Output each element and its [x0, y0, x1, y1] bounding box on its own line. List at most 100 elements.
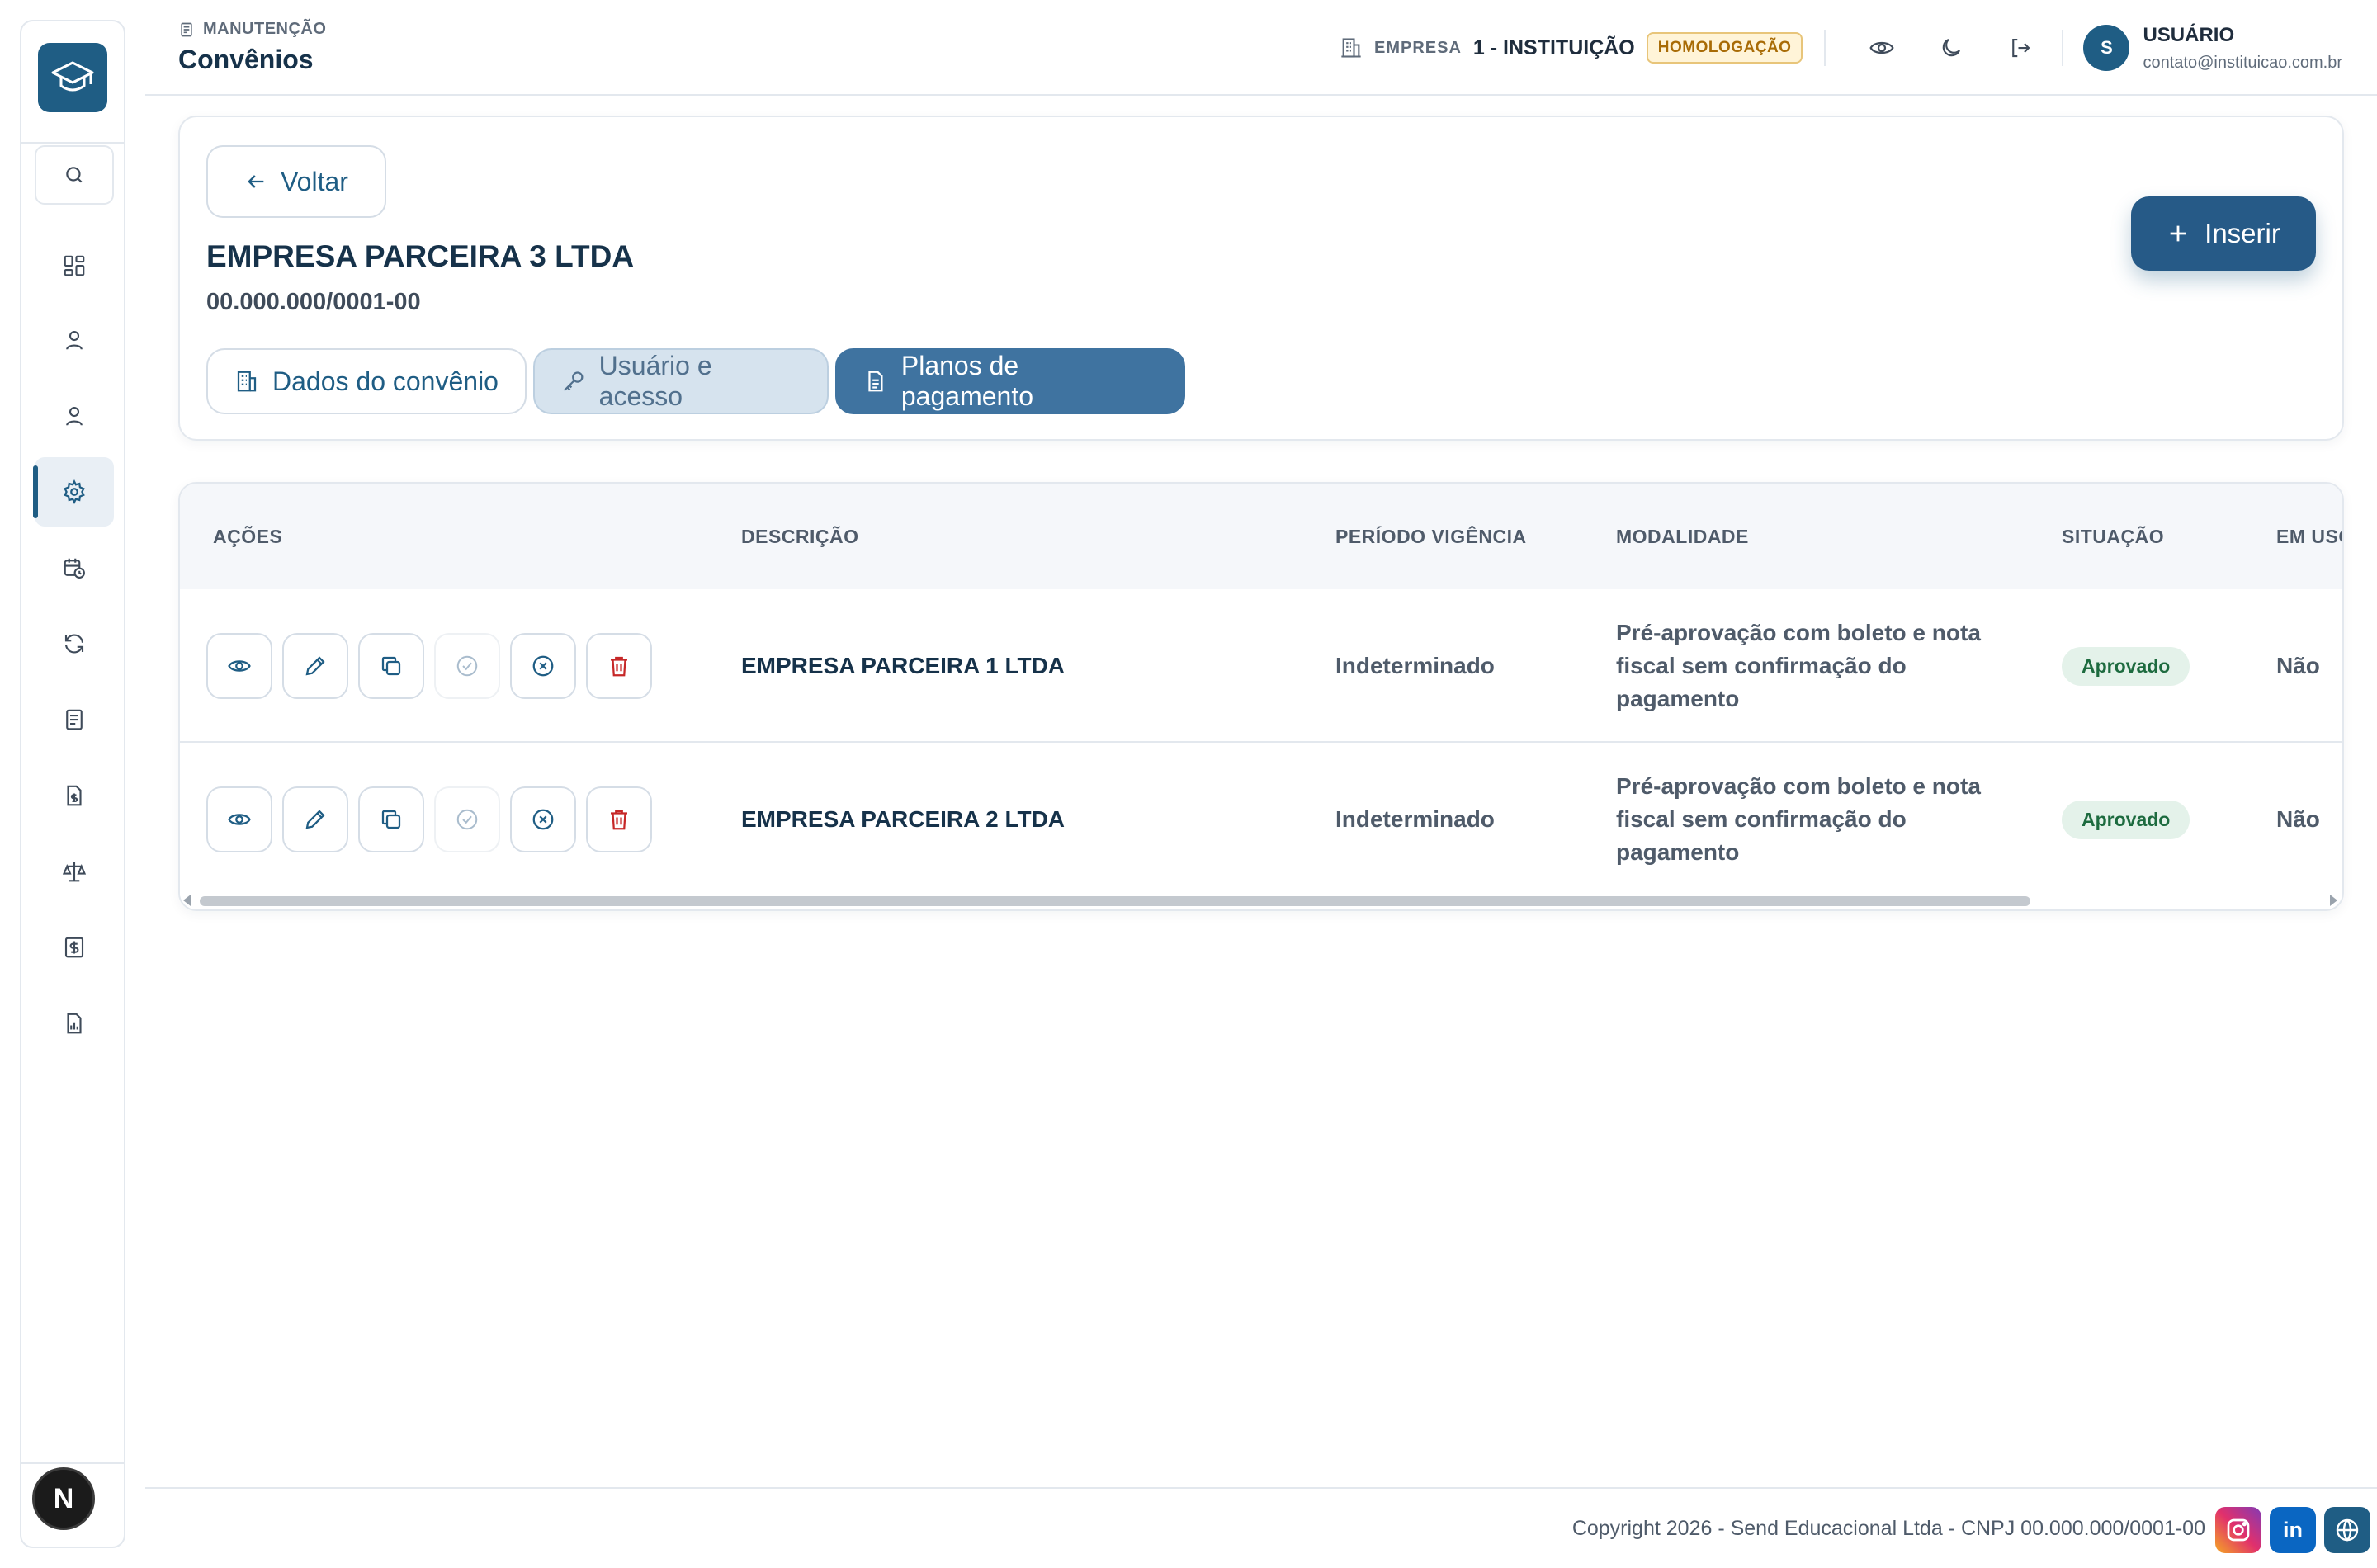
website-link[interactable]	[2324, 1507, 2370, 1553]
cell-description: EMPRESA PARCEIRA 1 LTDA	[741, 653, 1066, 678]
dollar-document-icon	[64, 937, 84, 958]
approve-button[interactable]	[434, 633, 500, 699]
cancel-button[interactable]	[510, 633, 576, 699]
tab-agreement-data[interactable]: Dados do convênio	[206, 348, 527, 414]
delete-button[interactable]	[586, 633, 652, 699]
scroll-left-arrow[interactable]	[183, 895, 191, 906]
linkedin-link[interactable]: in	[2270, 1507, 2316, 1553]
horizontal-scrollbar[interactable]	[180, 891, 2342, 909]
table-row: EMPRESA PARCEIRA 2 LTDA Indeterminado Pr…	[180, 743, 2342, 896]
column-header-description[interactable]: DESCRIÇÃO	[741, 484, 859, 589]
sidebar-search-button[interactable]	[35, 145, 114, 205]
insert-button-label: Inserir	[2205, 218, 2280, 248]
cell-description: EMPRESA PARCEIRA 2 LTDA	[741, 806, 1066, 832]
approve-button[interactable]	[434, 786, 500, 852]
sidebar-item-people[interactable]	[35, 381, 114, 451]
sidebar-item-legal[interactable]	[35, 837, 114, 906]
breadcrumb: MANUTENÇÃO	[178, 20, 326, 39]
insert-button[interactable]: Inserir	[2131, 196, 2316, 271]
duplicate-button[interactable]	[358, 633, 424, 699]
table-header: AÇÕES DESCRIÇÃO PERÍODO VIGÊNCIA MODALID…	[180, 484, 2342, 589]
sidebar-item-dashboard[interactable]	[35, 231, 114, 300]
instagram-icon	[2227, 1518, 2250, 1542]
instagram-link[interactable]	[2215, 1507, 2261, 1553]
plus-icon	[2170, 225, 2186, 242]
logout-button[interactable]	[1986, 23, 2055, 73]
framework-avatar[interactable]: N	[32, 1467, 95, 1530]
logout-icon	[2012, 38, 2030, 58]
sidebar: N	[20, 20, 125, 1548]
view-button[interactable]	[206, 633, 272, 699]
check-circle-icon	[456, 809, 478, 830]
breadcrumb-label: MANUTENÇÃO	[203, 20, 327, 38]
social-links: in	[2215, 1507, 2370, 1553]
column-header-period[interactable]: PERÍODO VIGÊNCIA	[1335, 484, 1527, 589]
user-name: USUÁRIO	[2143, 23, 2235, 46]
sidebar-item-settings[interactable]	[33, 457, 114, 527]
user-info: USUÁRIO contato@instituicao.com.br	[2143, 24, 2342, 73]
agreement-company-cnpj: 00.000.000/0001-00	[206, 289, 421, 315]
user-alt-icon	[66, 406, 83, 426]
row-actions	[206, 743, 652, 896]
top-header: MANUTENÇÃO Convênios EMPRESA 1 - INSTITU…	[145, 0, 2377, 96]
calendar-clock-icon	[64, 558, 85, 579]
cell-period: Indeterminado	[1335, 653, 1495, 678]
status-badge: Aprovado	[2062, 646, 2190, 686]
sidebar-item-documents[interactable]	[35, 685, 114, 754]
edit-button[interactable]	[282, 633, 348, 699]
sidebar-item-reports[interactable]	[35, 989, 114, 1058]
document-icon	[181, 22, 192, 36]
sidebar-item-schedule[interactable]	[35, 533, 114, 602]
file-dollar-icon	[67, 785, 82, 806]
scroll-right-arrow[interactable]	[2330, 895, 2337, 906]
tab-payment-plans[interactable]: Planos de pagamento	[835, 348, 1185, 414]
globe-icon	[2336, 1518, 2359, 1542]
copy-icon	[381, 810, 401, 829]
copy-icon	[381, 656, 401, 676]
sidebar-item-sync[interactable]	[35, 609, 114, 678]
trash-icon	[611, 810, 627, 830]
user-avatar[interactable]: S	[2083, 25, 2130, 71]
header-actions: EMPRESA 1 - INSTITUIÇÃO HOMOLOGAÇÃO S US…	[1340, 20, 2342, 76]
user-email: contato@instituicao.com.br	[2143, 53, 2342, 72]
company-name: 1 - INSTITUIÇÃO	[1472, 35, 1635, 59]
scale-icon	[62, 862, 87, 882]
cell-modality: Pré-aprovação com boleto e nota fiscal s…	[1616, 589, 2004, 743]
sidebar-item-billing[interactable]	[35, 761, 114, 830]
column-header-modality[interactable]: MODALIDADE	[1616, 484, 1749, 589]
cell-modality: Pré-aprovação com boleto e nota fiscal s…	[1616, 743, 2004, 896]
pencil-icon	[305, 810, 325, 829]
theme-toggle-button[interactable]	[1916, 23, 1986, 73]
cell-in-use: Não	[2276, 806, 2320, 832]
page-title: Convênios	[178, 45, 314, 74]
back-button[interactable]: Voltar	[206, 145, 386, 218]
table-row: EMPRESA PARCEIRA 1 LTDA Indeterminado Pr…	[180, 589, 2342, 743]
eye-icon	[1869, 41, 1895, 54]
tab-user-access[interactable]: Usuário e acesso	[533, 348, 829, 414]
view-button[interactable]	[206, 786, 272, 852]
x-circle-icon	[532, 655, 554, 677]
cell-status: Aprovado	[2062, 589, 2190, 743]
visibility-toggle-button[interactable]	[1847, 23, 1916, 73]
tab-label: Dados do convênio	[272, 366, 499, 396]
sidebar-item-users[interactable]	[35, 305, 114, 375]
header-divider	[2062, 30, 2064, 66]
eye-icon	[228, 660, 251, 672]
sidebar-item-finance[interactable]	[35, 913, 114, 982]
edit-button[interactable]	[282, 786, 348, 852]
company-selector[interactable]: EMPRESA 1 - INSTITUIÇÃO HOMOLOGAÇÃO	[1340, 32, 1803, 64]
settings-icon	[64, 479, 85, 504]
sidebar-bottom-divider	[21, 1462, 124, 1464]
footer: Copyright 2026 - Send Educacional Ltda -…	[145, 1487, 2377, 1568]
report-chart-icon	[67, 1013, 82, 1034]
tab-label: Usuário e acesso	[598, 351, 712, 411]
delete-button[interactable]	[586, 786, 652, 852]
cell-status: Aprovado	[2062, 743, 2190, 896]
duplicate-button[interactable]	[358, 786, 424, 852]
column-header-status[interactable]: SITUAÇÃO	[2062, 484, 2164, 589]
column-header-in-use[interactable]: EM USO	[2276, 484, 2342, 589]
logo-graduation-cap-icon[interactable]	[38, 43, 107, 112]
scrollbar-thumb[interactable]	[200, 896, 2030, 906]
key-icon	[563, 371, 584, 391]
cancel-button[interactable]	[510, 786, 576, 852]
